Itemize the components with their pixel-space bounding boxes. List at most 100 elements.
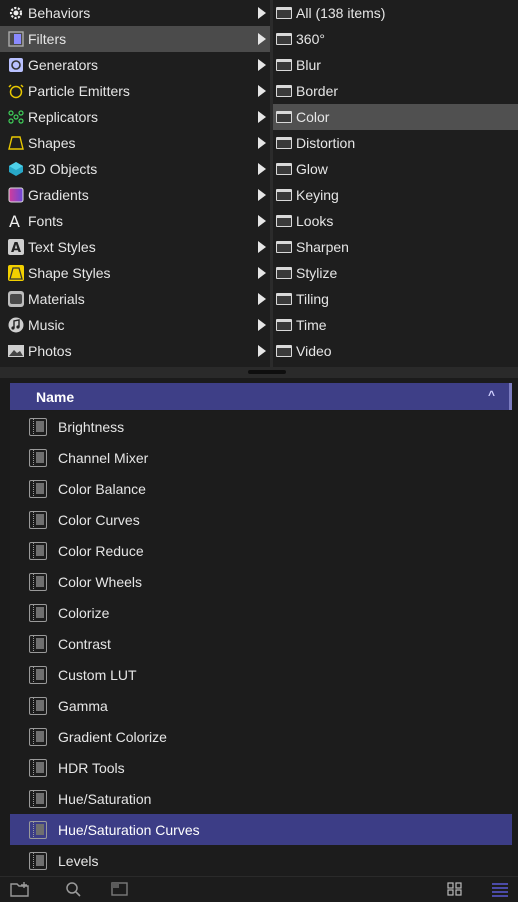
subcategory-item[interactable]: Stylize	[273, 260, 518, 286]
folder-icon	[276, 33, 292, 45]
list-item-label: Custom LUT	[58, 666, 137, 683]
list-item[interactable]: Color Reduce	[10, 535, 512, 566]
category-column: Behaviors Filters Generators Particle Emitt…	[0, 0, 270, 367]
gear-icon	[8, 5, 24, 21]
subcategory-item[interactable]: Distortion	[273, 130, 518, 156]
folder-icon	[276, 267, 292, 279]
subcategory-item[interactable]: Glow	[273, 156, 518, 182]
scrollbar-top[interactable]	[509, 383, 512, 410]
subcategory-label: Stylize	[296, 265, 338, 281]
svg-text:A: A	[11, 241, 21, 255]
category-item-fonts[interactable]: A Fonts	[0, 208, 270, 234]
folder-icon	[276, 345, 292, 357]
list-item-label: Channel Mixer	[58, 449, 149, 466]
replicator-dots-icon	[8, 109, 24, 125]
category-item-particle-emitters[interactable]: Particle Emitters	[0, 78, 270, 104]
subcategory-item[interactable]: Border	[273, 78, 518, 104]
disclosure-arrow-icon	[258, 345, 266, 357]
list-item[interactable]: HDR Tools	[10, 752, 512, 783]
category-item-gradients[interactable]: Gradients	[0, 182, 270, 208]
list-item-label: Color Wheels	[58, 573, 143, 590]
list-item[interactable]: Levels	[10, 845, 512, 876]
list-item[interactable]: Hue/Saturation	[10, 783, 512, 814]
list-item[interactable]: Contrast	[10, 628, 512, 659]
splitter-grip[interactable]	[248, 370, 286, 374]
category-item-3d-objects[interactable]: 3D Objects	[0, 156, 270, 182]
category-label: Generators	[28, 57, 99, 73]
subcategory-item[interactable]: Blur	[273, 52, 518, 78]
subcategory-label: Glow	[296, 161, 328, 177]
subcategory-item[interactable]: All (138 items)	[273, 0, 518, 26]
list-item[interactable]: Color Balance	[10, 473, 512, 504]
filter-icon	[29, 789, 47, 808]
category-label: Text Styles	[28, 239, 96, 255]
list-item[interactable]: Color Wheels	[10, 566, 512, 597]
subcategory-label: Keying	[296, 187, 339, 203]
subcategory-label: Time	[296, 317, 327, 333]
folder-icon	[276, 293, 292, 305]
subcategory-column: All (138 items) 360° Blur Border Color Distor…	[273, 0, 518, 367]
subcategory-label: Video	[296, 343, 332, 359]
list-item[interactable]: Hue/Saturation Curves	[10, 814, 512, 845]
category-item-shape-styles[interactable]: Shape Styles	[0, 260, 270, 286]
category-label: Fonts	[28, 213, 64, 229]
disclosure-arrow-icon	[258, 293, 266, 305]
category-label: Behaviors	[28, 5, 91, 21]
subcategory-label: 360°	[296, 31, 325, 47]
filter-icon	[29, 448, 47, 467]
folder-icon	[276, 163, 292, 175]
list-item[interactable]: Channel Mixer	[10, 442, 512, 473]
folder-icon	[276, 111, 292, 123]
category-item-photos[interactable]: Photos	[0, 338, 270, 364]
text-style-a-icon: A	[8, 239, 24, 255]
subcategory-item[interactable]: Looks	[273, 208, 518, 234]
category-item-text-styles[interactable]: A Text Styles	[0, 234, 270, 260]
list-item[interactable]: Colorize	[10, 597, 512, 628]
folder-icon	[276, 189, 292, 201]
category-item-replicators[interactable]: Replicators	[0, 104, 270, 130]
subcategory-item[interactable]: Keying	[273, 182, 518, 208]
preview-icon[interactable]	[110, 881, 130, 897]
new-folder-icon[interactable]	[10, 881, 30, 897]
category-item-materials[interactable]: Materials	[0, 286, 270, 312]
subcategory-item[interactable]: Video	[273, 338, 518, 364]
disclosure-arrow-icon	[258, 137, 266, 149]
category-item-generators[interactable]: Generators	[0, 52, 270, 78]
list-item-label: Gradient Colorize	[58, 728, 167, 745]
grid-view-icon[interactable]	[445, 881, 465, 897]
filter-icon	[29, 851, 47, 870]
subcategory-item[interactable]: 360°	[273, 26, 518, 52]
name-column-header[interactable]: Name	[10, 389, 74, 405]
folder-icon	[276, 7, 292, 19]
folder-icon	[276, 85, 292, 97]
subcategory-label: Color	[296, 109, 330, 125]
sort-ascending-icon[interactable]: ^	[488, 388, 495, 402]
subcategory-item[interactable]: Time	[273, 312, 518, 338]
list-item[interactable]: Gamma	[10, 690, 512, 721]
subcategory-item[interactable]: Color	[273, 104, 518, 130]
list-header[interactable]: Name ^	[10, 383, 509, 410]
category-item-shapes[interactable]: Shapes	[0, 130, 270, 156]
list-item-label: Levels	[58, 852, 99, 869]
subcategory-item[interactable]: Sharpen	[273, 234, 518, 260]
category-item-music[interactable]: Music	[0, 312, 270, 338]
list-item[interactable]: Custom LUT	[10, 659, 512, 690]
category-item-filters[interactable]: Filters	[0, 26, 270, 52]
disclosure-arrow-icon	[258, 163, 266, 175]
category-item-behaviors[interactable]: Behaviors	[0, 0, 270, 26]
list-view-icon[interactable]	[490, 881, 510, 897]
folder-icon	[276, 241, 292, 253]
pane-splitter[interactable]	[0, 367, 518, 378]
search-icon[interactable]	[64, 881, 84, 897]
disclosure-arrow-icon	[258, 189, 266, 201]
list-item[interactable]: Color Curves	[10, 504, 512, 535]
list-item[interactable]: Brightness	[10, 411, 512, 442]
folder-icon	[276, 137, 292, 149]
disclosure-arrow-icon	[258, 241, 266, 253]
list-item[interactable]: Gradient Colorize	[10, 721, 512, 752]
subcategory-label: Border	[296, 83, 339, 99]
list-item-label: Color Curves	[58, 511, 140, 528]
category-label: Materials	[28, 291, 85, 307]
disclosure-arrow-icon	[258, 267, 266, 279]
subcategory-item[interactable]: Tiling	[273, 286, 518, 312]
